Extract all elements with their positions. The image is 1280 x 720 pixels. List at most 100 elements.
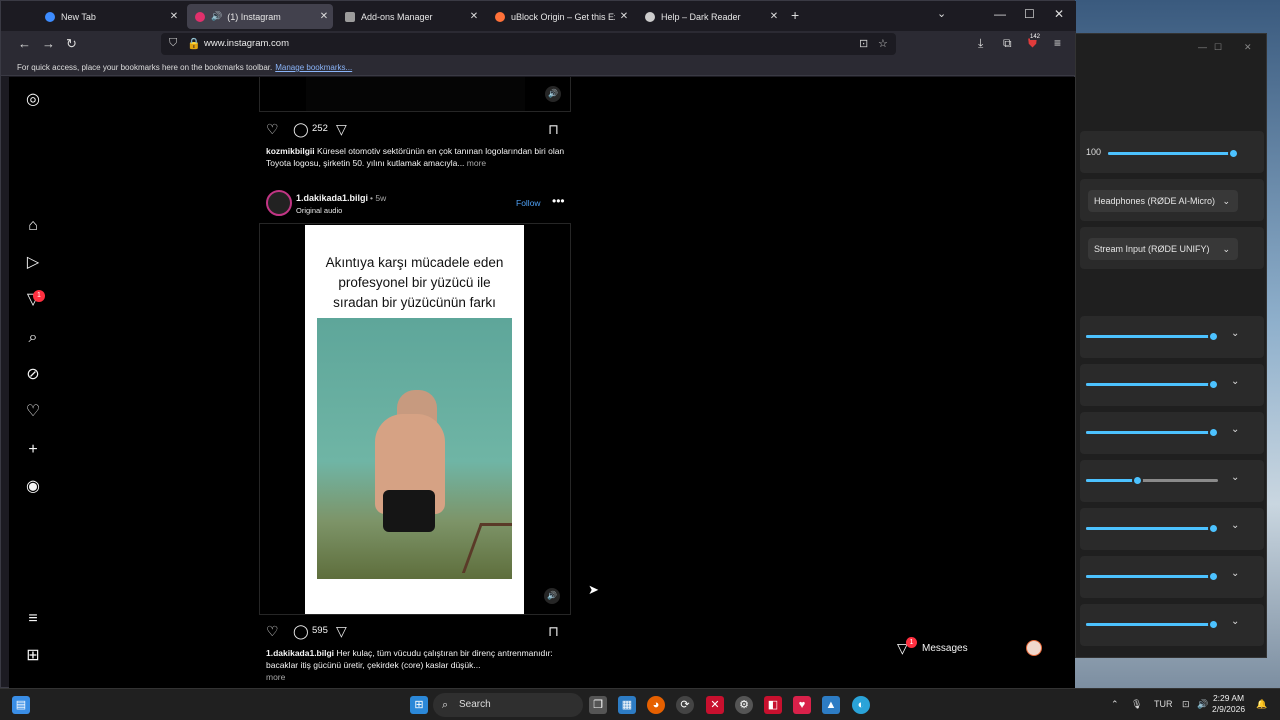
home-icon[interactable]: ⌂	[23, 216, 43, 236]
share-icon[interactable]: ▽	[336, 623, 347, 640]
comment-icon[interactable]: ◯	[293, 623, 309, 640]
audio-label[interactable]: Original audio	[296, 206, 342, 215]
photos-icon[interactable]: ▦	[618, 696, 636, 714]
chevron-down-icon[interactable]: ⌄	[1231, 376, 1239, 387]
list-tabs-icon[interactable]: ⌄	[937, 7, 946, 20]
tab-addons-manager[interactable]: Add-ons Manager ✕	[337, 4, 483, 29]
menu-icon[interactable]: ≡	[1054, 36, 1061, 50]
firefox-icon[interactable]: ◕	[647, 696, 665, 714]
create-icon[interactable]: +	[23, 440, 43, 460]
back-icon[interactable]: ←	[18, 36, 31, 51]
task-view-icon[interactable]: ❐	[589, 696, 607, 714]
tab-instagram[interactable]: 🔊 (1) Instagram ✕	[187, 4, 333, 29]
pocket-icon[interactable]: ♥	[793, 696, 811, 714]
url-bar[interactable]: ⛉ 🔒 www.instagram.com ⊡ ☆	[161, 33, 896, 55]
windows-start-icon[interactable]: ⊞	[410, 696, 428, 714]
taskbar-search[interactable]: ⌕ Search	[433, 693, 583, 717]
explore-icon[interactable]: ⊘	[23, 365, 43, 385]
shield-icon[interactable]: ⛉	[169, 37, 177, 50]
more-link[interactable]: more	[467, 158, 486, 168]
app-volume-slider[interactable]	[1086, 619, 1219, 630]
post2-caption-username[interactable]: 1.dakikada1.bilgi	[266, 648, 334, 658]
like-icon[interactable]: ♡	[266, 121, 279, 138]
close-icon[interactable]: ✕	[1244, 42, 1252, 53]
reels-icon[interactable]: ▷	[23, 253, 43, 273]
tab-ublock[interactable]: uBlock Origin – Get this Extension ✕	[487, 4, 633, 29]
language-indicator[interactable]: TUR	[1154, 699, 1173, 709]
input-device-select[interactable]: Stream Input (RØDE UNIFY) ⌄	[1088, 238, 1238, 260]
more-link[interactable]: more	[266, 671, 566, 683]
chevron-down-icon[interactable]: ⌄	[1231, 616, 1239, 627]
follow-button[interactable]: Follow	[516, 198, 541, 208]
audio-icon[interactable]: 🔊	[544, 588, 560, 604]
reel-video[interactable]: Akıntıya karşı mücadele eden profesyonel…	[305, 225, 524, 614]
close-window-icon[interactable]: ✕	[1054, 7, 1064, 21]
close-icon[interactable]: ✕	[465, 11, 483, 22]
app-volume-slider[interactable]	[1086, 523, 1219, 534]
instagram-logo-icon[interactable]: ◎	[23, 90, 43, 110]
extensions-icon[interactable]: ⧉	[1003, 36, 1012, 51]
settings-icon[interactable]: ⚙	[735, 696, 753, 714]
app-volume-slider[interactable]	[1086, 331, 1219, 342]
forward-icon[interactable]: →	[42, 36, 55, 51]
tab-dark-reader[interactable]: Help – Dark Reader ✕	[637, 4, 783, 29]
notifications-heart-icon[interactable]: ♡	[23, 402, 43, 422]
download-icon[interactable]: ⤓	[978, 36, 983, 51]
app-volume-slider[interactable]	[1086, 379, 1219, 390]
chevron-down-icon[interactable]: ⌄	[1231, 424, 1239, 435]
show-hidden-icons[interactable]: ⌃	[1111, 699, 1119, 710]
install-app-icon[interactable]: ⊡	[859, 37, 868, 50]
chevron-down-icon[interactable]: ⌄	[1231, 568, 1239, 579]
reload-icon[interactable]: ↻	[66, 36, 77, 52]
chevron-down-icon[interactable]: ⌄	[1231, 328, 1239, 339]
widgets-icon[interactable]: ▤	[12, 696, 30, 714]
new-tab-button[interactable]: +	[791, 7, 799, 23]
save-icon[interactable]: ⊓	[548, 121, 559, 138]
lock-icon[interactable]: 🔒	[187, 37, 201, 50]
app-volume-slider[interactable]	[1086, 427, 1219, 438]
output-device-select[interactable]: Headphones (RØDE AI-Micro) ⌄	[1088, 190, 1238, 212]
post1-username[interactable]: kozmikbilgii	[266, 146, 315, 156]
microphone-icon[interactable]: 🎙	[1131, 699, 1142, 710]
chevron-down-icon[interactable]: ⌄	[1231, 520, 1239, 531]
notifications-bell-icon[interactable]: 🔔	[1256, 699, 1267, 710]
also-from-meta-icon[interactable]: ⊞	[23, 646, 43, 666]
maximize-icon[interactable]: ☐	[1024, 7, 1035, 21]
chevron-down-icon[interactable]: ⌄	[1231, 472, 1239, 483]
app-icon[interactable]: ◧	[764, 696, 782, 714]
app-icon[interactable]: ⟳	[676, 696, 694, 714]
save-icon[interactable]: ⊓	[548, 623, 559, 640]
url-text[interactable]: www.instagram.com	[204, 38, 289, 49]
close-icon[interactable]: ✕	[765, 11, 783, 22]
speaker-icon[interactable]: 🔊	[211, 11, 222, 22]
tab-new-tab[interactable]: New Tab ✕	[37, 4, 183, 29]
more-options-icon[interactable]: •••	[552, 194, 565, 208]
comment-icon[interactable]: ◯	[293, 121, 309, 138]
manage-bookmarks-link[interactable]: Manage bookmarks...	[275, 63, 352, 72]
more-menu-icon[interactable]: ≡	[23, 609, 43, 629]
app-volume-slider[interactable]	[1086, 571, 1219, 582]
network-icon[interactable]: ⊡	[1182, 699, 1190, 710]
app-icon[interactable]: ▲	[822, 696, 840, 714]
post2-username[interactable]: 1.dakikada1.bilgi	[296, 193, 368, 203]
close-icon[interactable]: ✕	[315, 11, 333, 22]
close-icon[interactable]: ✕	[615, 11, 633, 22]
like-icon[interactable]: ♡	[266, 623, 279, 640]
messages-button[interactable]: ▽ 1 Messages	[892, 637, 1072, 660]
search-icon[interactable]: ⌕	[23, 328, 43, 348]
volume-icon[interactable]: 🔊	[1197, 699, 1208, 710]
share-icon[interactable]: ▽	[336, 121, 347, 138]
app-volume-slider[interactable]	[1086, 475, 1218, 486]
avatar[interactable]	[266, 190, 292, 216]
profile-avatar-icon[interactable]: ◉	[23, 477, 43, 497]
bookmark-star-icon[interactable]: ☆	[878, 37, 888, 50]
app-icon[interactable]: ◐	[852, 696, 870, 714]
minimize-icon[interactable]: —	[1198, 42, 1207, 52]
post1-media[interactable]: 🔊	[259, 77, 571, 112]
audio-icon[interactable]: 🔊	[545, 86, 561, 102]
clock[interactable]: 2:29 AM 2/9/2026	[1212, 693, 1245, 715]
master-volume-slider[interactable]	[1108, 148, 1239, 159]
x-app-icon[interactable]: ✕	[706, 696, 724, 714]
maximize-icon[interactable]: ☐	[1214, 42, 1222, 53]
minimize-icon[interactable]: —	[994, 7, 1006, 21]
